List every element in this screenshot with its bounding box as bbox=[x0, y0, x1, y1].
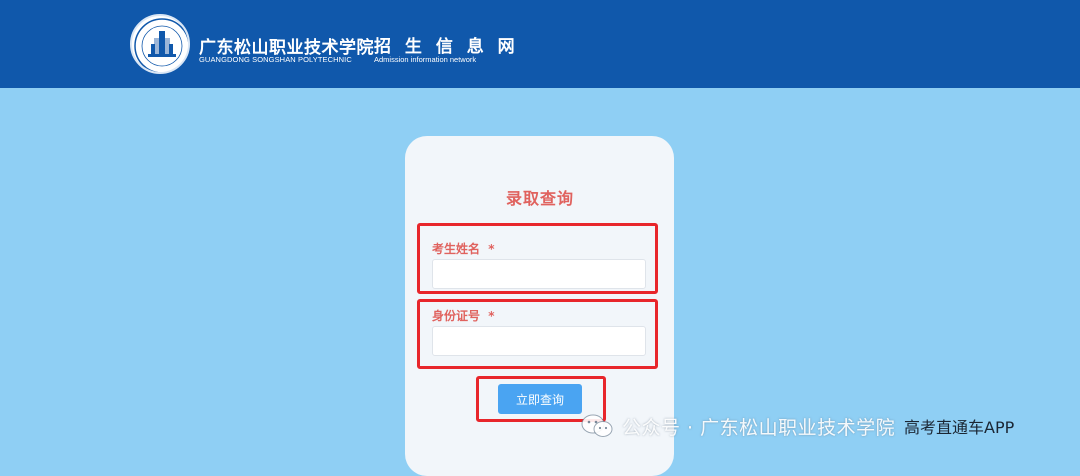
school-seal-graphic bbox=[134, 18, 188, 72]
name-label: 考生姓名 * bbox=[432, 240, 494, 257]
watermark-text: 公众号 · 广东松山职业技术学院 bbox=[622, 416, 896, 439]
name-input[interactable] bbox=[432, 259, 646, 289]
id-number-input[interactable] bbox=[432, 326, 646, 356]
site-name-cn: 招 生 信 息 网 bbox=[374, 37, 519, 57]
submit-query-button[interactable]: 立即查询 bbox=[498, 384, 582, 414]
wechat-watermark: 公众号 · 广东松山职业技术学院 bbox=[580, 408, 895, 444]
school-name-en: GUANGDONG SONGSHAN POLYTECHNIC bbox=[199, 55, 352, 64]
school-seal-icon[interactable] bbox=[130, 14, 190, 74]
site-name-en: Admission information network bbox=[374, 55, 477, 64]
id-label: 身份证号 * bbox=[432, 307, 494, 324]
id-label-text: 身份证号 bbox=[432, 309, 481, 323]
watermark-overlay-text: 高考直通车APP bbox=[904, 418, 1015, 437]
form-title: 录取查询 bbox=[505, 189, 574, 208]
name-required-mark: * bbox=[488, 242, 495, 256]
site-header: 广东松山职业技术学院 GUANGDONG SONGSHAN POLYTECHNI… bbox=[0, 0, 1080, 88]
wechat-icon bbox=[581, 414, 613, 437]
id-required-mark: * bbox=[488, 309, 495, 323]
name-label-text: 考生姓名 bbox=[432, 242, 481, 256]
